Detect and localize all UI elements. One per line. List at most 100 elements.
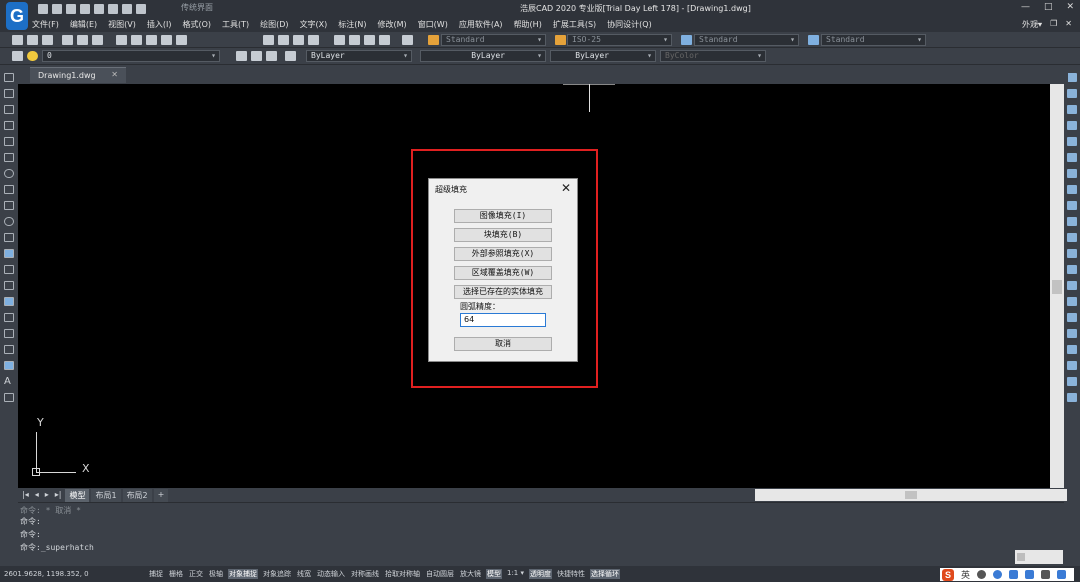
menu-format[interactable]: 格式(O) — [182, 19, 211, 30]
status-toggle[interactable]: 栅格 — [168, 569, 184, 579]
copy-icon[interactable] — [131, 35, 142, 45]
open-icon[interactable] — [27, 35, 38, 45]
save-as-icon[interactable] — [80, 3, 90, 14]
plot-style-select[interactable]: ByColor — [660, 50, 766, 62]
wipeout-fill-button[interactable]: 区域覆盖填充(W) — [454, 266, 552, 280]
help-icon[interactable] — [402, 35, 413, 45]
edit-hatch-icon[interactable] — [1067, 377, 1077, 386]
add-selected-icon[interactable] — [4, 393, 14, 402]
status-toggle[interactable]: 正交 — [188, 569, 204, 579]
layer-previous-icon[interactable] — [251, 51, 262, 61]
hatch-icon[interactable] — [4, 297, 14, 306]
edit-spline-icon[interactable] — [1067, 393, 1077, 402]
layer-states-icon[interactable] — [266, 51, 277, 61]
color-select[interactable]: ByLayer — [306, 50, 412, 62]
multileader-style-select[interactable]: Standard — [821, 34, 926, 46]
gradient-icon[interactable] — [4, 313, 14, 322]
status-toggle[interactable]: 捕捉 — [148, 569, 164, 579]
status-toggle[interactable]: 对象捕捉 — [228, 569, 258, 579]
menu-file[interactable]: 文件(F) — [32, 19, 59, 30]
workspace-selector[interactable]: 传统界面 — [181, 2, 213, 13]
status-toggle[interactable]: 拾取对称轴 — [384, 569, 421, 579]
new-icon[interactable] — [12, 35, 23, 45]
arc-icon[interactable] — [4, 153, 14, 162]
erase-icon[interactable] — [1067, 73, 1077, 82]
insert-block-icon[interactable] — [4, 249, 14, 258]
previous-layout-icon[interactable]: ◂ — [33, 489, 41, 502]
layer-match-icon[interactable] — [285, 51, 296, 61]
horizontal-scroll-thumb[interactable] — [905, 491, 917, 499]
table-icon[interactable] — [4, 345, 14, 354]
redo-icon[interactable] — [122, 3, 132, 14]
grid-table-icon[interactable] — [4, 361, 14, 370]
chamfer-icon[interactable] — [1067, 281, 1077, 290]
status-toggle[interactable]: 自动圆层 — [425, 569, 455, 579]
design-center-icon[interactable] — [349, 35, 360, 45]
offset-icon[interactable] — [1067, 121, 1077, 130]
status-toggle[interactable]: 选择循环 — [590, 569, 621, 579]
explode-icon[interactable] — [1067, 313, 1077, 322]
polyline-icon[interactable] — [4, 105, 14, 114]
skin-icon[interactable] — [1041, 570, 1051, 579]
next-layout-icon[interactable]: ▸ — [43, 489, 51, 502]
stretch-icon[interactable] — [1067, 201, 1077, 210]
calculator-icon[interactable] — [379, 35, 390, 45]
layer-manager-icon[interactable] — [12, 51, 23, 61]
open-folder-icon[interactable] — [52, 3, 62, 14]
paste-icon[interactable] — [146, 35, 157, 45]
menu-tools[interactable]: 工具(T) — [222, 19, 249, 30]
join-icon[interactable] — [1067, 265, 1077, 274]
status-toggle[interactable]: 放大镜 — [459, 569, 482, 579]
command-scrollbar[interactable] — [1015, 550, 1063, 564]
arc-precision-input[interactable]: 64 — [460, 313, 546, 327]
doc-minimize-button[interactable]: — — [1034, 19, 1042, 28]
keyboard-icon[interactable] — [1025, 570, 1035, 579]
menu-help[interactable]: 帮助(H) — [514, 19, 542, 30]
new-file-icon[interactable] — [38, 3, 48, 14]
app-logo-icon[interactable]: G — [6, 2, 28, 30]
text-style-select[interactable]: Standard — [441, 34, 546, 46]
ellipse-icon[interactable] — [4, 217, 14, 226]
dialog-close-icon[interactable]: ✕ — [561, 181, 571, 195]
menu-text[interactable]: 文字(X) — [300, 19, 328, 30]
add-layout-button[interactable]: + — [153, 489, 169, 502]
punctuation-icon[interactable] — [977, 570, 987, 579]
workspace-icon[interactable] — [136, 3, 146, 14]
rotate-icon[interactable] — [1067, 169, 1077, 178]
scale-icon[interactable] — [1067, 185, 1077, 194]
edit-polyline-icon[interactable] — [1067, 361, 1077, 370]
table-style-select[interactable]: Standard — [694, 34, 799, 46]
cancel-button[interactable]: 取消 — [454, 337, 552, 351]
sogou-ime-icon[interactable]: S — [942, 568, 954, 581]
print-preview-icon[interactable] — [77, 35, 88, 45]
image-fill-button[interactable]: 图像填充(I) — [454, 209, 552, 223]
copy-object-icon[interactable] — [1067, 89, 1077, 98]
undo-icon[interactable] — [108, 3, 118, 14]
status-toggle[interactable]: 对象追踪 — [262, 569, 292, 579]
lengthen-icon[interactable] — [1067, 329, 1077, 338]
close-window-button[interactable]: ✕ — [1066, 2, 1074, 12]
menu-dimension[interactable]: 标注(N) — [338, 19, 366, 30]
circle-icon[interactable] — [4, 169, 14, 178]
status-toggle[interactable]: 动态输入 — [316, 569, 346, 579]
move-icon[interactable] — [1067, 153, 1077, 162]
linetype-select[interactable]: ByLayer — [420, 50, 546, 62]
ellipse-arc-icon[interactable] — [4, 233, 14, 242]
pan-icon[interactable] — [263, 35, 274, 45]
xref-fill-button[interactable]: 外部参照填充(X) — [454, 247, 552, 261]
vertical-scrollbar[interactable] — [1050, 84, 1064, 488]
maximize-button[interactable]: □ — [1044, 2, 1053, 12]
publish-icon[interactable] — [92, 35, 103, 45]
status-toggle[interactable]: 线宽 — [296, 569, 312, 579]
mirror-icon[interactable] — [1067, 105, 1077, 114]
menu-view[interactable]: 视图(V) — [108, 19, 136, 30]
dim-style-select[interactable]: ISO-25 — [567, 34, 672, 46]
trim-icon[interactable] — [1067, 217, 1077, 226]
select-existing-fill-button[interactable]: 选择已存在的实体填充 — [454, 285, 552, 299]
menu-window[interactable]: 窗口(W) — [418, 19, 448, 30]
save-icon[interactable] — [66, 3, 76, 14]
tool-palettes-icon[interactable] — [364, 35, 375, 45]
align-icon[interactable] — [1067, 345, 1077, 354]
command-window[interactable]: 命令: * 取消 * 命令: 命令: 命令:_superhatch — [18, 502, 1064, 566]
rectangle-icon[interactable] — [4, 137, 14, 146]
